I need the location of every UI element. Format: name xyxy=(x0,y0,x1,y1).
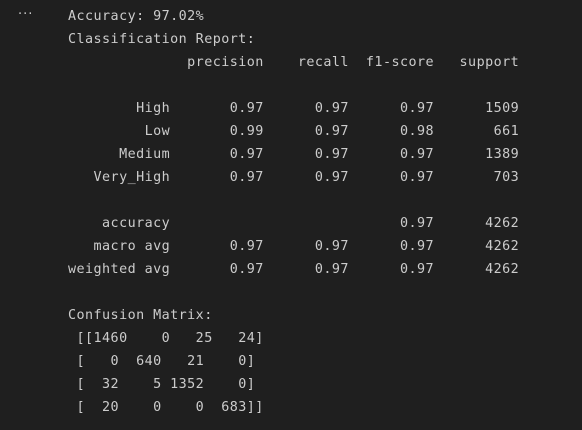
report-row-high: High 0.97 0.97 0.97 1509 xyxy=(68,101,520,116)
report-row-accuracy: accuracy 0.97 4262 xyxy=(68,216,520,231)
report-row-low: Low 0.99 0.97 0.98 661 xyxy=(68,124,520,139)
report-title: Classification Report: xyxy=(68,32,256,47)
confusion-matrix-row: [ 20 0 0 683]] xyxy=(68,400,264,415)
report-row-very-high: Very_High 0.97 0.97 0.97 703 xyxy=(68,170,520,185)
report-row-weighted-avg: weighted avg 0.97 0.97 0.97 4262 xyxy=(68,262,520,277)
more-actions-icon[interactable]: ··· xyxy=(18,6,44,24)
confusion-matrix-title: Confusion Matrix: xyxy=(68,308,213,323)
report-header-row: precision recall f1-score support xyxy=(68,55,520,70)
report-row-medium: Medium 0.97 0.97 0.97 1389 xyxy=(68,147,520,162)
accuracy-line: Accuracy: 97.02% xyxy=(68,9,205,24)
report-row-macro-avg: macro avg 0.97 0.97 0.97 4262 xyxy=(68,239,520,254)
confusion-matrix-row: [ 32 5 1352 0] xyxy=(68,377,256,392)
confusion-matrix-row: [[1460 0 25 24] xyxy=(68,331,264,346)
notebook-output-cell: ··· Accuracy: 97.02% Classification Repo… xyxy=(0,0,582,430)
confusion-matrix-row: [ 0 640 21 0] xyxy=(68,354,256,369)
output-text: Accuracy: 97.02% Classification Report: … xyxy=(68,5,519,419)
